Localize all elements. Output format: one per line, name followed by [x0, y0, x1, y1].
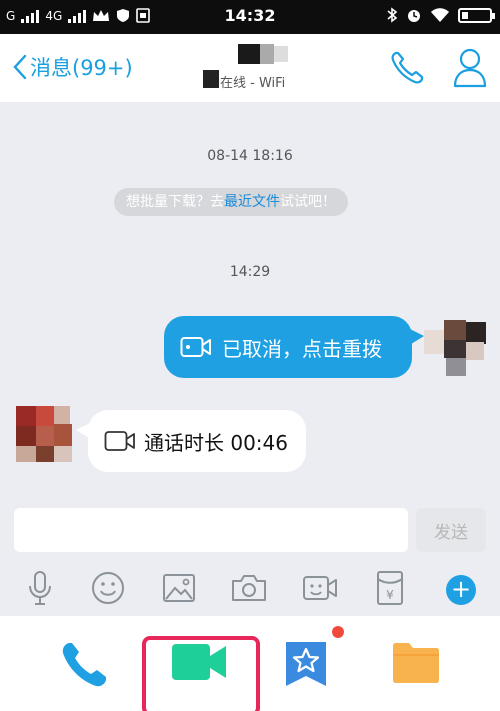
wifi-icon — [431, 8, 449, 22]
sent-message-text: 已取消，点击重拨 — [222, 336, 382, 361]
red-packet-icon[interactable]: ¥ — [372, 570, 408, 606]
video-icon[interactable] — [302, 570, 338, 606]
timestamp: 08-14 18:16 — [207, 148, 293, 164]
back-label: 消息(99+) — [30, 56, 133, 80]
recent-files-link[interactable]: 最近文件 — [224, 194, 280, 210]
status-bar: G 4G 14:32 — [0, 0, 500, 34]
video-camera-icon — [180, 337, 211, 357]
contact-status-mosaic — [203, 70, 219, 88]
chevron-left-icon — [13, 54, 27, 80]
notification-dot — [332, 626, 344, 638]
title-bar: 消息(99+) 在线 - WiFi — [0, 34, 500, 102]
message-input[interactable] — [14, 508, 408, 552]
download-tip: 想批量下载？去最近文件试试吧！ — [114, 188, 348, 216]
phone-call-icon[interactable] — [388, 50, 426, 86]
status-right — [386, 7, 495, 23]
contact-name-mosaic — [238, 44, 260, 64]
chat-area[interactable]: 08-14 18:16 想批量下载？去最近文件试试吧！ 14:29 已取消，点击… — [0, 102, 500, 500]
contact-name-mosaic — [274, 46, 288, 62]
plus-icon[interactable]: + — [446, 575, 476, 605]
favorites-icon — [286, 642, 326, 686]
folder-icon — [393, 643, 439, 683]
more-panel — [0, 616, 500, 711]
bluetooth-icon — [387, 7, 398, 23]
video-camera-icon — [104, 431, 135, 451]
input-toolbar: ¥ + — [0, 562, 500, 616]
video-call-item[interactable] — [152, 616, 248, 711]
tip-suffix: 试试吧！ — [280, 194, 336, 210]
sent-video-call-message[interactable]: 已取消，点击重拨 — [164, 316, 424, 378]
battery-icon — [458, 7, 495, 23]
back-button[interactable]: 消息(99+) — [12, 52, 133, 82]
emoji-icon[interactable] — [90, 570, 126, 606]
input-row: 发送 — [0, 500, 500, 562]
camera-icon[interactable] — [231, 570, 267, 606]
contact-name-mosaic — [260, 44, 274, 64]
contact-profile-icon[interactable] — [452, 46, 488, 90]
received-message-text: 通话时长 00:46 — [144, 430, 288, 455]
contact-status: 在线 - WiFi — [220, 76, 286, 91]
my-avatar[interactable] — [424, 320, 488, 376]
alarm-icon — [408, 10, 420, 22]
voice-call-item[interactable] — [36, 616, 132, 711]
yuan-symbol: ¥ — [386, 588, 394, 602]
folder-item[interactable] — [368, 616, 464, 711]
contact-title[interactable]: 在线 - WiFi — [200, 44, 310, 94]
received-video-call-message[interactable]: 通话时长 00:46 — [76, 410, 306, 472]
tip-prefix: 想批量下载？去 — [126, 194, 224, 210]
contact-avatar[interactable] — [16, 406, 72, 462]
video-call-icon — [172, 644, 226, 680]
timestamp: 14:29 — [229, 264, 271, 280]
image-icon[interactable] — [161, 570, 197, 606]
microphone-icon[interactable] — [22, 570, 58, 606]
phone-icon — [62, 643, 106, 687]
send-button[interactable]: 发送 — [416, 508, 486, 552]
